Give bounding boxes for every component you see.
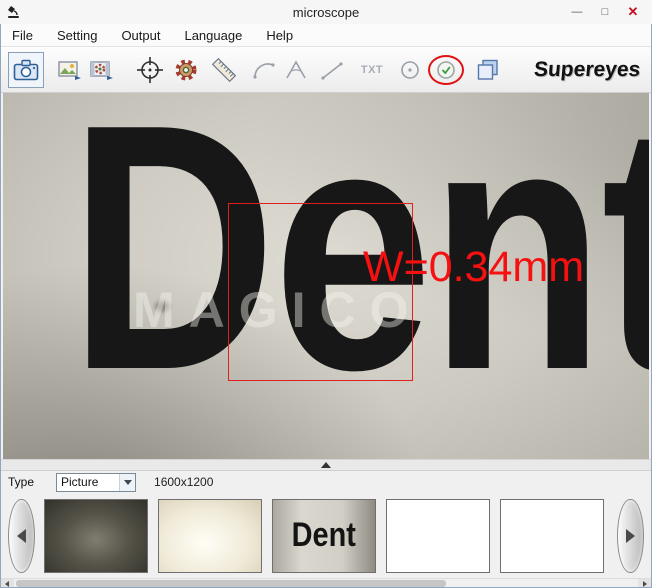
menu-bar: File Setting Output Language Help [0,24,652,47]
thumbnail-dent-text: Dent [291,516,357,554]
arc-measure-icon[interactable] [248,53,280,87]
chevron-down-icon [119,473,136,491]
menu-item-help[interactable]: Help [264,26,295,45]
type-select[interactable]: Picture [56,472,137,492]
scroll-left-button[interactable] [0,579,14,588]
menu-item-file[interactable]: File [10,26,35,45]
title-bar: microscope — □ ✕ [0,0,652,24]
thumbnail-dent[interactable]: Dent [272,498,376,573]
line-measure-icon[interactable] [316,53,348,87]
confirm-circle-icon[interactable] [428,53,464,87]
type-select-value: Picture [61,475,99,489]
menu-item-setting[interactable]: Setting [55,26,99,45]
supereyes-logo: Supereyes [532,57,642,81]
layers-copy-icon[interactable] [472,53,504,87]
measurement-label: W=0.34mm [363,243,585,291]
type-label: Type [8,475,35,489]
chevron-up-icon [321,462,331,468]
angle-measure-icon[interactable] [280,53,312,87]
scrollbar-thumb[interactable] [16,580,446,587]
circle-measure-icon[interactable] [394,53,426,87]
horizontal-scrollbar[interactable] [0,578,652,588]
scrollbar-track[interactable] [14,579,638,588]
window-controls: — □ ✕ [563,2,647,22]
ruler-icon[interactable] [208,53,240,87]
viewer-panel: Dent MAGICO W=0.34mm [0,93,652,459]
microscope-view[interactable]: Dent MAGICO W=0.34mm [3,93,649,459]
menu-item-language[interactable]: Language [182,26,244,45]
capture-control-row: Type Picture 1600x1200 [0,471,652,493]
window-title: microscope [292,4,360,20]
thumbnail-blank-2[interactable] [500,498,604,573]
close-button[interactable]: ✕ [619,2,647,22]
thumbnails-prev-button[interactable] [8,498,35,573]
resolution-label: 1600x1200 [154,475,214,489]
toolbar: TXT Supereyes [0,47,652,93]
text-tool-icon[interactable]: TXT [356,53,388,87]
menu-item-output[interactable]: Output [119,26,162,45]
thumbnail-strip: Dent [0,493,652,578]
thumbnails-next-button[interactable] [617,498,644,573]
crosshair-icon[interactable] [134,53,166,87]
settings-gear-icon[interactable] [170,53,202,87]
app-window: microscope — □ ✕ File Setting Output Lan… [0,0,652,588]
maximize-button[interactable]: □ [591,2,619,22]
export-video-icon[interactable] [86,53,118,87]
snapshot-camera-icon[interactable] [8,51,44,88]
thumbnail-light-blur[interactable] [158,498,262,573]
microscope-app-icon [5,4,21,20]
thumbnail-blank-1[interactable] [386,498,490,573]
text-tool-label: TXT [360,63,384,76]
arrow-left-icon [17,528,26,543]
measurement-rectangle[interactable] [228,203,413,381]
arrow-right-icon [626,528,635,543]
thumbnail-list: Dent [44,498,608,573]
scroll-right-button[interactable] [638,579,652,588]
minimize-button[interactable]: — [563,2,591,22]
thumbnail-dark-blur[interactable] [44,498,148,573]
export-photo-icon[interactable] [54,53,86,87]
panel-collapse-button[interactable] [0,459,652,471]
